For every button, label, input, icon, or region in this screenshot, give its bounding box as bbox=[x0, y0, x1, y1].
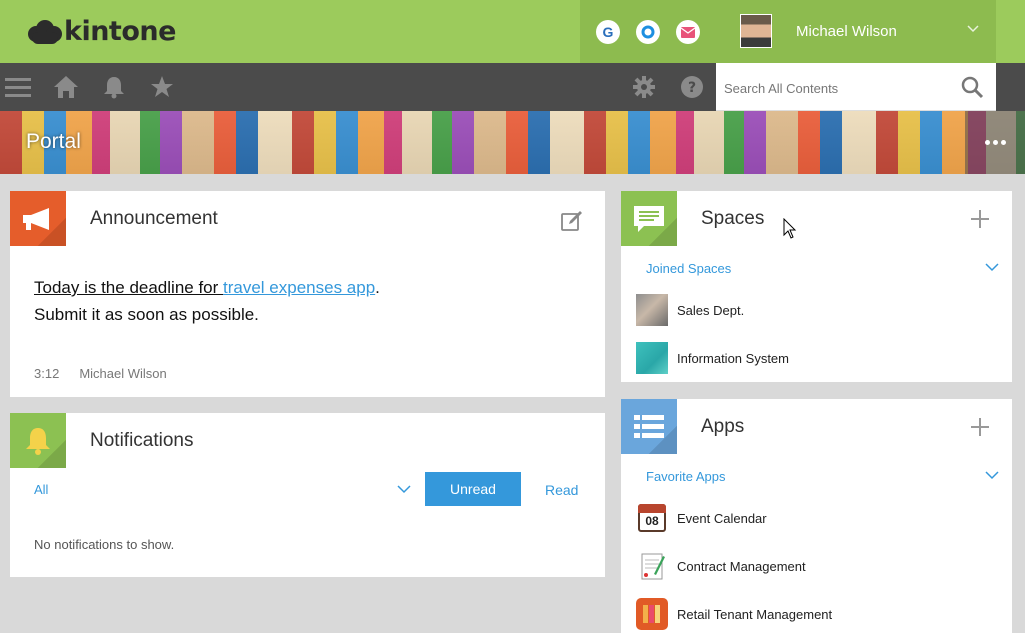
announcement-line-1: Today is the deadline for travel expense… bbox=[34, 278, 380, 297]
notifications-title: Notifications bbox=[90, 430, 194, 451]
binders-icon bbox=[636, 598, 668, 630]
empty-message: No notifications to show. bbox=[34, 537, 175, 552]
avatar[interactable] bbox=[740, 14, 772, 48]
notifications-panel: Notifications All Unread Read No notific… bbox=[10, 413, 605, 577]
travel-expenses-link[interactable]: travel expenses app bbox=[223, 278, 375, 297]
announcement-meta: 3:12 Michael Wilson bbox=[34, 366, 167, 381]
page-title: Portal bbox=[26, 130, 81, 153]
announcement-author[interactable]: Michael Wilson bbox=[79, 366, 166, 381]
cloud-logo-icon bbox=[28, 18, 62, 46]
spaces-panel: Spaces Joined Spaces Sales Dept. Informa… bbox=[621, 191, 1012, 382]
announcement-line-2: Submit it as soon as possible. bbox=[34, 305, 259, 324]
space-label: Information System bbox=[677, 350, 789, 366]
edit-icon[interactable] bbox=[560, 209, 584, 238]
megaphone-icon bbox=[10, 191, 66, 246]
space-item-sales-dept[interactable]: Sales Dept. bbox=[636, 293, 744, 327]
help-icon[interactable]: ? bbox=[678, 73, 706, 101]
more-options-icon[interactable] bbox=[965, 111, 1025, 174]
search-icon[interactable] bbox=[960, 75, 984, 104]
app-item-retail-tenant-management[interactable]: Retail Tenant Management bbox=[636, 597, 832, 631]
app-label: Retail Tenant Management bbox=[677, 606, 833, 622]
speech-bubble-icon bbox=[621, 191, 677, 246]
search-input[interactable] bbox=[724, 77, 944, 99]
top-header: kintone G Michael Wilson bbox=[0, 0, 1025, 63]
bell-icon bbox=[10, 413, 66, 468]
joined-spaces-label[interactable]: Joined Spaces bbox=[646, 261, 731, 276]
calendar-icon: 08 bbox=[636, 502, 668, 534]
user-name[interactable]: Michael Wilson bbox=[796, 23, 897, 40]
chevron-down-icon[interactable] bbox=[985, 468, 999, 487]
kintone-logo[interactable]: kintone bbox=[28, 16, 176, 47]
svg-text:?: ? bbox=[688, 80, 696, 96]
information-system-thumbnail bbox=[636, 342, 668, 374]
star-icon[interactable] bbox=[148, 73, 176, 101]
contract-icon bbox=[636, 550, 668, 582]
spaces-title: Spaces bbox=[701, 208, 765, 229]
mail-icon[interactable] bbox=[676, 20, 700, 44]
o-service-icon[interactable] bbox=[636, 20, 660, 44]
search-box bbox=[716, 63, 996, 111]
menu-icon[interactable] bbox=[4, 73, 32, 101]
apps-panel: Apps Favorite Apps 08 Event Calendar Con… bbox=[621, 399, 1012, 633]
list-icon bbox=[621, 399, 677, 454]
app-label: Contract Management bbox=[677, 558, 806, 574]
chevron-down-icon[interactable] bbox=[966, 22, 980, 41]
mouse-cursor-icon bbox=[783, 217, 797, 245]
announcement-time: 3:12 bbox=[34, 366, 60, 381]
app-item-contract-management[interactable]: Contract Management bbox=[636, 549, 806, 583]
add-icon[interactable] bbox=[970, 209, 990, 234]
logo-text: kintone bbox=[64, 16, 176, 47]
unread-button[interactable]: Unread bbox=[425, 472, 521, 506]
app-label: Event Calendar bbox=[677, 510, 767, 526]
announcement-body: Today is the deadline for travel expense… bbox=[34, 274, 380, 328]
g-service-icon[interactable]: G bbox=[596, 20, 620, 44]
chevron-down-icon[interactable] bbox=[397, 482, 411, 501]
home-icon[interactable] bbox=[52, 73, 80, 101]
sales-dept-thumbnail bbox=[636, 294, 668, 326]
app-item-event-calendar[interactable]: 08 Event Calendar bbox=[636, 501, 767, 535]
apps-title: Apps bbox=[701, 416, 745, 437]
portal-banner: Portal bbox=[0, 111, 1025, 174]
read-button[interactable]: Read bbox=[545, 482, 578, 498]
chevron-down-icon[interactable] bbox=[985, 260, 999, 279]
favorite-apps-label[interactable]: Favorite Apps bbox=[646, 469, 726, 484]
space-item-information-system[interactable]: Information System bbox=[636, 341, 789, 375]
announcement-title: Announcement bbox=[90, 208, 218, 229]
announcement-panel: Announcement Today is the deadline for t… bbox=[10, 191, 605, 397]
notification-filter[interactable]: All bbox=[34, 482, 48, 497]
user-area: G Michael Wilson bbox=[580, 0, 996, 63]
space-label: Sales Dept. bbox=[677, 302, 745, 318]
bell-icon[interactable] bbox=[100, 73, 128, 101]
add-icon[interactable] bbox=[970, 417, 990, 442]
gear-icon[interactable] bbox=[630, 73, 658, 101]
